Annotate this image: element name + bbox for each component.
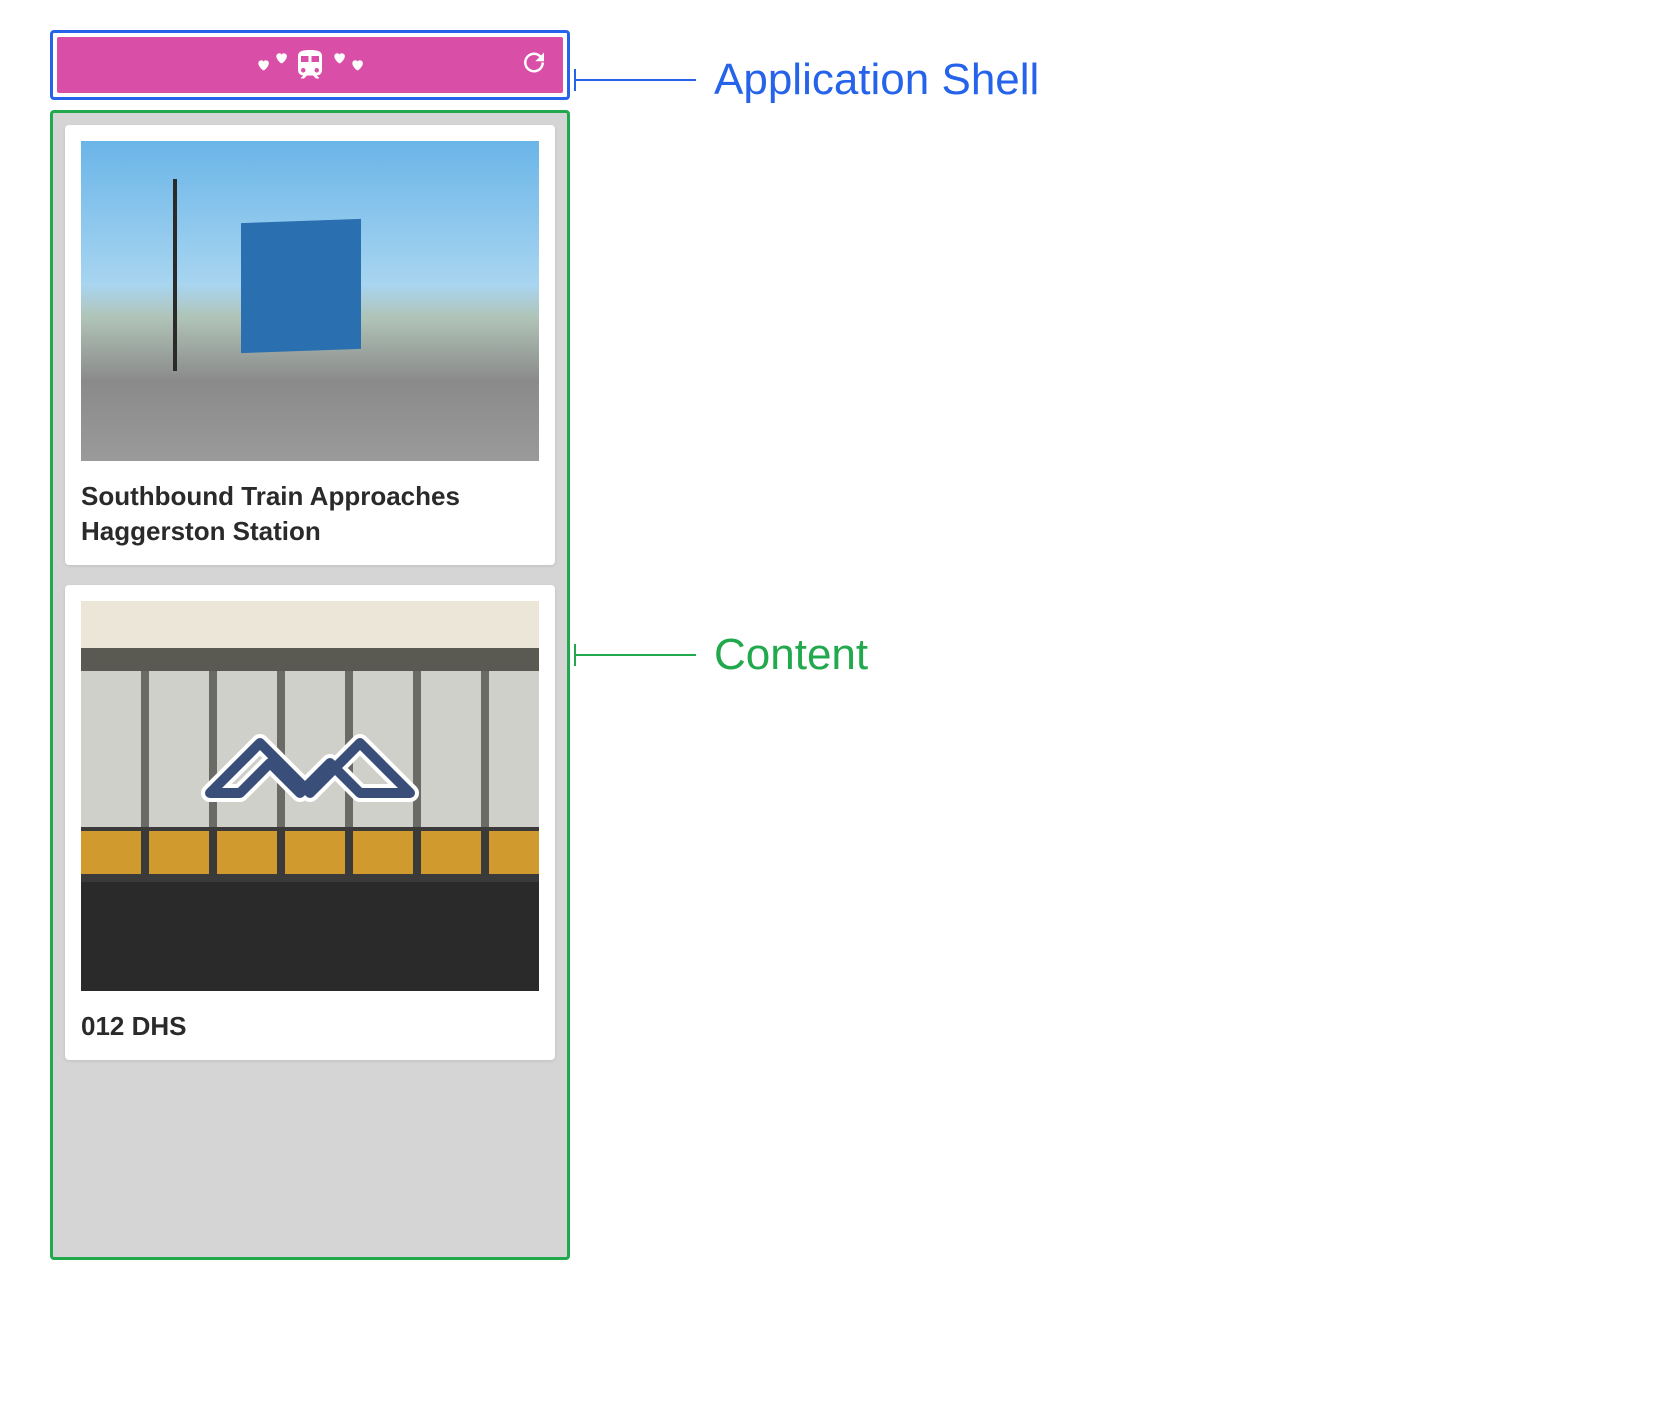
connector-line: [576, 79, 696, 81]
diagram-root: Southbound Train Approaches Haggerston S…: [0, 0, 1664, 80]
image-detail: [81, 831, 539, 874]
heart-icon: [350, 58, 364, 72]
card-title: 012 DHS: [81, 1009, 539, 1044]
heart-icon: [256, 58, 270, 72]
content-region: Southbound Train Approaches Haggerston S…: [50, 110, 570, 1260]
annotation-label: Content: [714, 630, 868, 680]
card-title: Southbound Train Approaches Haggerston S…: [81, 479, 539, 549]
heart-icon: [274, 51, 288, 65]
annotation-label: Application Shell: [714, 55, 1039, 105]
annotation-shell: Application Shell: [574, 55, 1039, 105]
ns-logo-icon: [200, 713, 420, 833]
card-image: [81, 601, 539, 991]
reload-button[interactable]: [519, 48, 549, 83]
application-shell-region: [50, 30, 570, 100]
phone-frame: Southbound Train Approaches Haggerston S…: [50, 30, 570, 1260]
app-header: [57, 37, 563, 93]
app-logo: [256, 47, 364, 83]
content-card[interactable]: Southbound Train Approaches Haggerston S…: [65, 125, 555, 565]
connector-line: [576, 654, 696, 656]
reload-icon: [519, 48, 549, 78]
content-card[interactable]: 012 DHS: [65, 585, 555, 1060]
card-image: [81, 141, 539, 461]
annotation-content: Content: [574, 630, 868, 680]
heart-icon: [332, 51, 346, 65]
train-icon: [292, 47, 328, 83]
